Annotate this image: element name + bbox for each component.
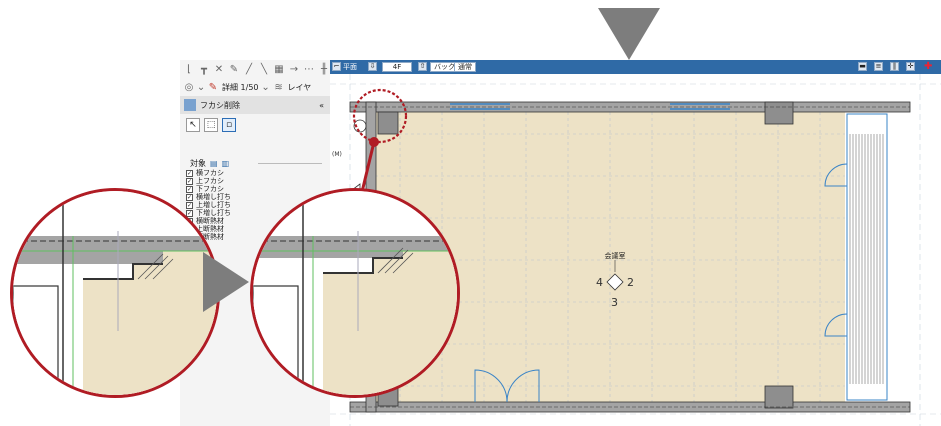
room-name: 会議室 bbox=[605, 251, 626, 260]
command-header: フカシ削除 « bbox=[180, 96, 330, 114]
right-arrow-icon bbox=[203, 252, 249, 312]
checkbox[interactable]: ✓ bbox=[186, 177, 193, 185]
down-arrow-icon bbox=[598, 8, 660, 60]
plan-view-icon: ⌐ bbox=[332, 62, 341, 71]
checkbox-label: 下フカシ bbox=[196, 184, 224, 193]
command-title: フカシ削除 bbox=[200, 100, 240, 110]
checkbox[interactable]: ✓ bbox=[186, 209, 193, 217]
command-icon bbox=[184, 99, 196, 111]
toolbar-row-1: ⌊ ┳ ✕ ✎ ╱ ╲ ▦ → ⋯ ╫ bbox=[180, 60, 330, 78]
checkbox-label: 横フカシ bbox=[196, 168, 224, 177]
clear-all-icon[interactable]: ▥ bbox=[222, 159, 230, 168]
wall-tool-icon[interactable]: ⌊ bbox=[183, 63, 195, 75]
checkbox-label: 下増し打ち bbox=[196, 208, 231, 217]
split-vertical-icon[interactable]: ‖ bbox=[890, 62, 899, 71]
split-tool-icon[interactable]: ╫ bbox=[318, 63, 330, 75]
pen-tool-icon[interactable]: ✎ bbox=[228, 63, 240, 75]
layer-icon: ≋ bbox=[274, 81, 283, 93]
target-checkbox-row[interactable]: ✓ 横増し打ち bbox=[186, 193, 231, 201]
checkbox[interactable]: ✓ bbox=[186, 169, 193, 177]
target-checkbox-row[interactable]: ✓ 下増し打ち bbox=[186, 209, 231, 217]
target-checkbox-row[interactable]: ✓ 横フカシ bbox=[186, 169, 224, 177]
view-label[interactable]: 平面 bbox=[343, 62, 357, 72]
target-checkbox-row[interactable]: ✓ 上フカシ bbox=[186, 177, 224, 185]
delete-tool-icon[interactable]: ✕ bbox=[213, 63, 225, 75]
floor-select[interactable]: 4F bbox=[382, 62, 412, 72]
checkbox-label: 上フカシ bbox=[196, 176, 224, 185]
scale-select[interactable]: 詳細 1/50 bbox=[222, 82, 259, 93]
dash-tool-icon[interactable]: ⋯ bbox=[303, 63, 315, 75]
checkbox-label: 上増し打ち bbox=[196, 200, 231, 209]
floor-down-icon[interactable]: ⇩ bbox=[368, 62, 377, 71]
column-tool-icon[interactable]: ┳ bbox=[198, 63, 210, 75]
snap-icon[interactable]: ◎ bbox=[183, 81, 195, 93]
arrow-tool-icon[interactable]: → bbox=[288, 63, 300, 75]
toolbar-row-2: ◎ ⌄ ✎ 詳細 1/50 ⌄ ≋ レイヤ bbox=[180, 78, 330, 96]
layer-button[interactable]: レイヤ bbox=[288, 82, 312, 93]
mode-button[interactable]: 通常 bbox=[454, 62, 476, 72]
checkbox[interactable]: ✓ bbox=[186, 201, 193, 209]
target-label-text: 対象 bbox=[190, 159, 206, 168]
split-horizontal-icon[interactable]: ≡ bbox=[874, 62, 883, 71]
marker-icon: ✎ bbox=[208, 81, 218, 93]
collapse-icon[interactable]: « bbox=[319, 101, 324, 110]
grid-tool-icon[interactable]: ▦ bbox=[273, 63, 285, 75]
point-mode-button[interactable]: ▫ bbox=[222, 118, 236, 132]
callout-after bbox=[250, 188, 460, 398]
checkbox-label: 横増し打ち bbox=[196, 192, 231, 201]
target-group-label: 対象 ▤ ▥ bbox=[190, 158, 229, 169]
checkbox[interactable]: ✓ bbox=[186, 185, 193, 193]
select-all-icon[interactable]: ▤ bbox=[210, 159, 218, 168]
move-icon[interactable]: ✛ bbox=[906, 62, 915, 71]
range-select-icon: ⬚ bbox=[206, 120, 216, 130]
compass-bottom: 3 bbox=[611, 296, 618, 309]
target-checkbox-row[interactable]: ✓ 上増し打ち bbox=[186, 201, 231, 209]
line-tool-icon[interactable]: ╱ bbox=[243, 63, 255, 75]
checkbox[interactable]: ✓ bbox=[186, 193, 193, 201]
target-checkbox-row[interactable]: ✓ 下フカシ bbox=[186, 185, 224, 193]
checkbox-label: 横断熱材 bbox=[196, 216, 224, 225]
compass-left: 4 bbox=[596, 276, 603, 289]
range-mode-button[interactable]: ⬚ bbox=[204, 118, 218, 132]
view-tab-bar: ⌐ 平面 ⇩ 4F ⇧ バック 通常 ▬ ≡ ‖ ✛ ✚ bbox=[330, 60, 941, 74]
compass-right: 2 bbox=[627, 276, 634, 289]
callout-before bbox=[10, 188, 220, 398]
pin-icon[interactable]: ✚ bbox=[924, 61, 932, 72]
floor-up-icon[interactable]: ⇧ bbox=[418, 62, 427, 71]
cursor-icon: ↖ bbox=[189, 120, 197, 130]
scale-chevron-icon[interactable]: ⌄ bbox=[261, 81, 269, 93]
point-select-icon: ▫ bbox=[225, 120, 233, 130]
left-mark: (M) bbox=[332, 151, 342, 158]
divider bbox=[258, 163, 322, 164]
pick-mode-button[interactable]: ↖ bbox=[186, 118, 200, 132]
layout-icon[interactable]: ▬ bbox=[858, 62, 867, 71]
diagonal-tool-icon[interactable]: ╲ bbox=[258, 63, 270, 75]
chevron-down-icon[interactable]: ⌄ bbox=[197, 81, 205, 93]
